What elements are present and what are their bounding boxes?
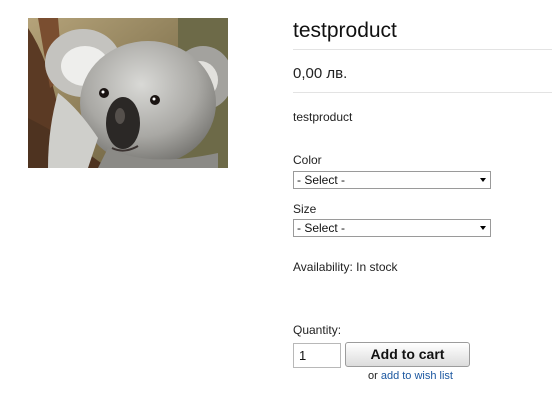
wish-list-row: or add to wish list — [368, 370, 453, 382]
quantity-label: Quantity: — [293, 323, 342, 337]
divider — [293, 92, 552, 93]
quantity-input[interactable] — [293, 343, 341, 368]
koala-image — [28, 18, 228, 168]
add-to-cart-button[interactable]: Add to cart — [345, 342, 470, 367]
color-select-value: - Select - — [297, 173, 346, 187]
chevron-down-icon — [480, 178, 486, 182]
color-select[interactable]: - Select - — [293, 171, 491, 189]
add-to-wish-list-link[interactable]: add to wish list — [381, 370, 453, 382]
product-image[interactable] — [28, 18, 228, 168]
product-description: testproduct — [293, 110, 353, 124]
or-text: or — [368, 370, 378, 382]
chevron-down-icon — [480, 226, 486, 230]
size-select-value: - Select - — [297, 221, 346, 235]
color-label: Color — [293, 153, 322, 167]
divider — [293, 49, 552, 50]
availability-status: Availability: In stock — [293, 260, 398, 274]
product-title: testproduct — [293, 19, 397, 42]
size-select[interactable]: - Select - — [293, 219, 491, 237]
size-label: Size — [293, 202, 317, 216]
product-price: 0,00 лв. — [293, 65, 348, 82]
